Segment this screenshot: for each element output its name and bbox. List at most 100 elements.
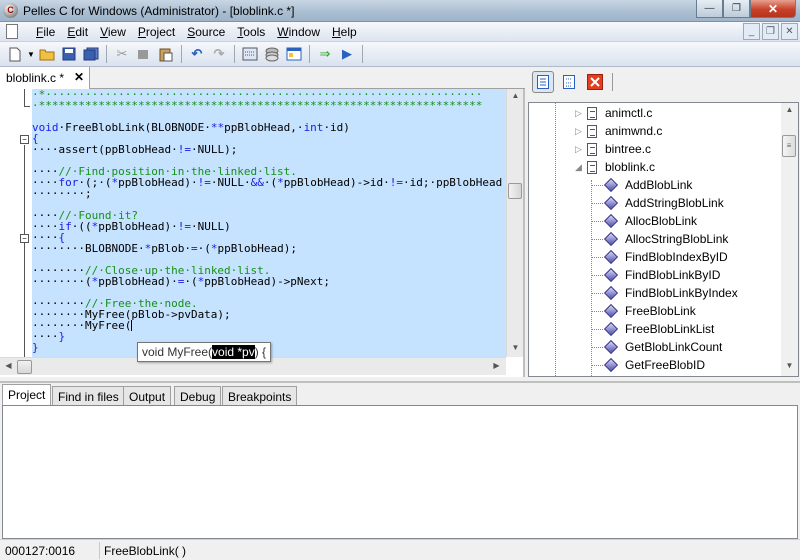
scrollbar-thumb[interactable] [17,360,32,374]
scroll-up-icon[interactable]: ▲ [507,91,524,100]
pelles-c-icon[interactable]: C [3,3,18,18]
minimize-button[interactable]: — [696,0,723,18]
undo-icon[interactable]: ↶ [186,44,208,64]
expand-icon[interactable]: ▷ [575,108,585,119]
project-tree[interactable]: ▲ ≡ ▼ ▷ animctl.c ▷ animwnd.c ▷ bintree.c ◢ blo… [528,102,799,377]
new-icon[interactable] [4,44,26,64]
scroll-up-icon[interactable]: ▲ [781,105,798,114]
menu-bar: File Edit View Project Source Tools Window Help… [0,22,800,42]
code-line: ········BLOBNODE·*pBlob·=·(*ppBlobHead); [32,242,297,255]
scroll-down-icon[interactable]: ▼ [781,361,798,370]
menu-help[interactable]: Help [326,25,363,39]
debug-icon[interactable]: ⇒ [314,44,336,64]
collapse-icon[interactable]: ◢ [575,162,585,173]
editor-vertical-scrollbar[interactable]: ▲ ▼ [506,89,523,357]
tree-function-item[interactable]: FreeBlobLinkList [591,320,714,338]
scroll-right-icon[interactable]: ▶ [488,361,505,370]
tree-item-label: animwnd.c [605,124,663,138]
fold-toggle-icon[interactable]: − [20,135,29,144]
tree-file-item[interactable]: ◢ bloblink.c [575,158,655,176]
function-icon [603,303,619,319]
document-icon[interactable] [6,24,18,39]
save-icon[interactable] [58,44,80,64]
tab-project[interactable]: Project [2,384,52,407]
tab-close-icon[interactable]: ✕ [74,70,84,84]
tree-file-item[interactable]: ▷ animwnd.c [575,122,662,140]
code-editor[interactable]: − − ·*··································… [0,89,525,377]
fold-toggle-icon[interactable]: − [20,234,29,243]
tree-function-item[interactable]: FreeBlobLink [591,302,696,320]
tree-function-item[interactable]: GetBlobLinkCount [591,338,722,356]
expand-icon[interactable]: ▷ [575,144,585,155]
fold-gutter: − − [0,89,32,358]
menu-view[interactable]: View [94,25,132,39]
scroll-left-icon[interactable]: ◀ [0,361,17,370]
tree-function-item[interactable]: AddStringBlobLink [591,194,724,212]
tree-file-item[interactable]: ▷ animctl.c [575,104,652,122]
parameter-hint-tooltip: void MyFree(void *pv) { [137,342,272,362]
tree-function-item[interactable]: AllocBlobLink [591,212,697,230]
function-icon [603,195,619,211]
tab-output[interactable]: Output [123,386,172,406]
tree-function-item[interactable]: FindBlobLinkByID [591,266,720,284]
tree-vertical-scrollbar[interactable]: ▲ ≡ ▼ [781,103,798,376]
new-dropdown-icon[interactable]: ▼ [26,44,36,64]
tree-item-label: FindBlobIndexByID [625,250,728,264]
file-icon [587,124,597,138]
function-icon [603,177,619,193]
close-button[interactable]: ✕ [750,0,796,18]
tree-function-item[interactable]: AllocStringBlobLink [591,230,728,248]
tree-item-label: AllocBlobLink [625,214,698,228]
save-all-icon[interactable] [80,44,102,64]
tab-breakpoints[interactable]: Breakpoints [222,386,298,406]
redo-icon[interactable]: ↷ [208,44,230,64]
copy-icon[interactable] [133,44,155,64]
code-area[interactable]: ·*······································… [32,89,506,357]
menu-file[interactable]: File [30,25,61,39]
symbol-view-icon[interactable] [558,71,580,93]
mdi-restore-button[interactable]: ❐ [762,23,779,40]
cut-icon[interactable]: ✂ [111,44,133,64]
menu-edit[interactable]: Edit [61,25,94,39]
code-line: ········(*ppBlobHead)·=·(*ppBlobHead)->p… [32,275,331,288]
document-tabs: bloblink.c * ✕ [0,67,525,89]
menu-tools[interactable]: Tools [231,25,271,39]
compile-icon[interactable] [261,44,283,64]
tooltip-text: ) { [254,345,267,359]
scrollbar-thumb[interactable]: ≡ [782,135,796,157]
tree-function-item[interactable]: AddBlobLink [591,176,692,194]
open-icon[interactable] [36,44,58,64]
scrollbar-thumb[interactable] [508,183,522,199]
project-output-panel [2,405,798,539]
paste-icon[interactable] [155,44,177,64]
close-view-icon[interactable] [584,71,606,93]
build-icon[interactable] [239,44,261,64]
tree-function-item[interactable]: FindBlobIndexByID [591,248,728,266]
tab-find-in-files[interactable]: Find in files [52,386,125,406]
file-icon [587,106,597,120]
output-tabs: Project Find in files Output Debug Breakpoin… [0,381,800,407]
tab-bloblink[interactable]: bloblink.c * ✕ [0,67,90,89]
mdi-close-button[interactable]: ✕ [781,23,798,40]
tree-function-item[interactable]: FindBlobLinkByIndex [591,284,738,302]
mdi-minimize-button[interactable]: _ [743,23,760,40]
scroll-down-icon[interactable]: ▼ [507,343,524,352]
tab-debug[interactable]: Debug [174,386,222,406]
file-view-icon[interactable] [532,71,554,93]
run-icon[interactable]: ▶ [336,44,358,64]
menu-source[interactable]: Source [181,25,231,39]
menu-project[interactable]: Project [132,25,181,39]
resources-icon[interactable] [283,44,305,64]
maximize-button[interactable]: ❐ [723,0,750,18]
file-icon [587,142,597,156]
menu-window[interactable]: Window [271,25,326,39]
cursor-position: 000127:0016 [5,544,76,558]
code-line: ····for·(;·(*ppBlobHead)·!=·NULL·&&·(*pp… [32,176,503,189]
tree-file-item[interactable]: ▷ bintree.c [575,140,651,158]
expand-icon[interactable]: ▷ [575,126,585,137]
function-icon [603,339,619,355]
function-icon [603,267,619,283]
code-line: void·FreeBlobLink(BLOBNODE·**ppBlobHead,… [32,121,350,134]
tree-item-label: GetFreeBlobID [625,358,706,372]
tree-function-item[interactable]: GetFreeBlobID [591,356,705,374]
